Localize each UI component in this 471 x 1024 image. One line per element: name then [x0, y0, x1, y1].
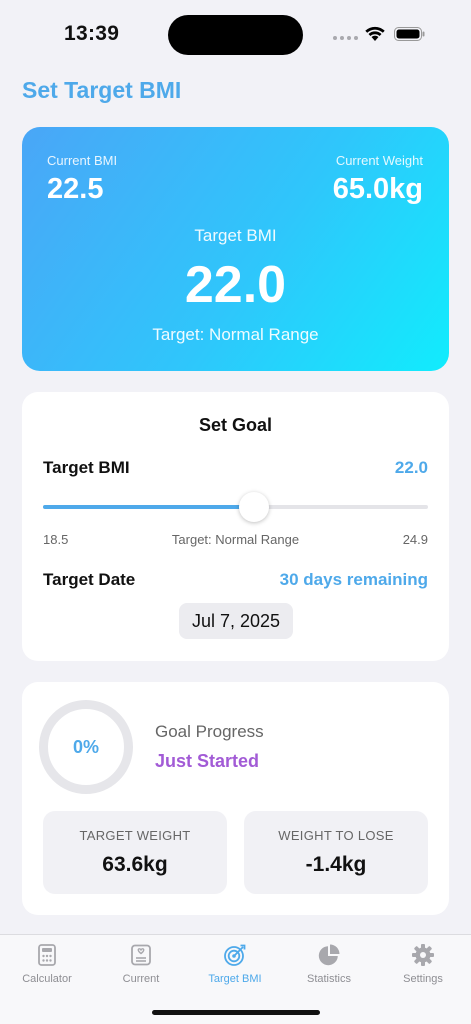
tab-label: Target BMI	[208, 973, 262, 985]
status-bar: 13:39	[0, 0, 471, 60]
calculator-icon	[38, 944, 56, 966]
slider-max-label: 24.9	[402, 532, 428, 547]
cellular-signal-icon	[333, 36, 358, 40]
tab-label: Settings	[403, 973, 443, 985]
weight-to-lose-label: WEIGHT TO LOSE	[278, 828, 394, 843]
target-bmi-label: Target BMI	[194, 226, 277, 245]
set-goal-card: Set Goal Target BMI 22.0 18.5 Target: No…	[22, 392, 449, 661]
dynamic-island	[168, 15, 303, 55]
current-weight-label: Current Weight	[335, 153, 423, 168]
current-bmi-value: 22.5	[47, 173, 104, 205]
tab-label: Statistics	[306, 973, 351, 985]
weight-to-lose-value: -1.4kg	[305, 853, 367, 876]
set-goal-title: Set Goal	[198, 415, 273, 435]
tab-statistics[interactable]: Statistics	[289, 943, 369, 993]
wifi-icon	[365, 26, 385, 41]
tab-target-bmi[interactable]: Target BMI	[195, 943, 275, 993]
target-weight-box: TARGET WEIGHT 63.6kg	[43, 811, 227, 894]
target-date-picker[interactable]: Jul 7, 2025	[179, 603, 293, 639]
pie-chart-icon	[318, 944, 340, 966]
target-bmi-value: 22.0	[184, 256, 287, 314]
goal-progress-label: Goal Progress	[155, 722, 264, 741]
scale-icon	[131, 944, 151, 966]
target-date-label: Target Date	[43, 570, 136, 589]
target-bmi-row-value: 22.0	[394, 458, 428, 477]
days-remaining-text: 30 days remaining	[279, 570, 428, 589]
progress-percent: 0%	[72, 737, 99, 757]
goal-progress-card: 0% Goal Progress Just Started TARGET WEI…	[22, 682, 449, 915]
slider-range-label: Target: Normal Range	[171, 532, 300, 547]
tab-label: Calculator	[22, 973, 72, 985]
tab-current[interactable]: Current	[101, 943, 181, 993]
battery-icon	[394, 27, 425, 41]
target-bmi-row-label: Target BMI	[43, 458, 130, 477]
tab-label: Current	[122, 973, 160, 985]
gear-icon	[412, 944, 434, 966]
slider-fill	[43, 505, 254, 509]
tab-calculator[interactable]: Calculator	[7, 943, 87, 993]
current-bmi-label: Current BMI	[47, 153, 118, 168]
slider-thumb[interactable]	[239, 492, 269, 522]
goal-progress-status: Just Started	[155, 751, 260, 771]
page-title: Set Target BMI	[22, 77, 182, 103]
target-weight-value: 63.6kg	[102, 853, 168, 876]
target-weight-label: TARGET WEIGHT	[79, 828, 191, 843]
current-weight-value: 65.0kg	[332, 173, 423, 205]
tab-settings[interactable]: Settings	[383, 943, 463, 993]
status-time: 13:39	[64, 22, 120, 45]
target-bmi-slider[interactable]	[43, 492, 428, 522]
target-icon	[224, 944, 246, 966]
weight-to-lose-box: WEIGHT TO LOSE -1.4kg	[244, 811, 428, 894]
target-range-text: Target: Normal Range	[152, 325, 319, 344]
bmi-summary-card: Current BMI 22.5 Current Weight 65.0kg T…	[22, 127, 449, 371]
home-indicator	[152, 1010, 320, 1015]
